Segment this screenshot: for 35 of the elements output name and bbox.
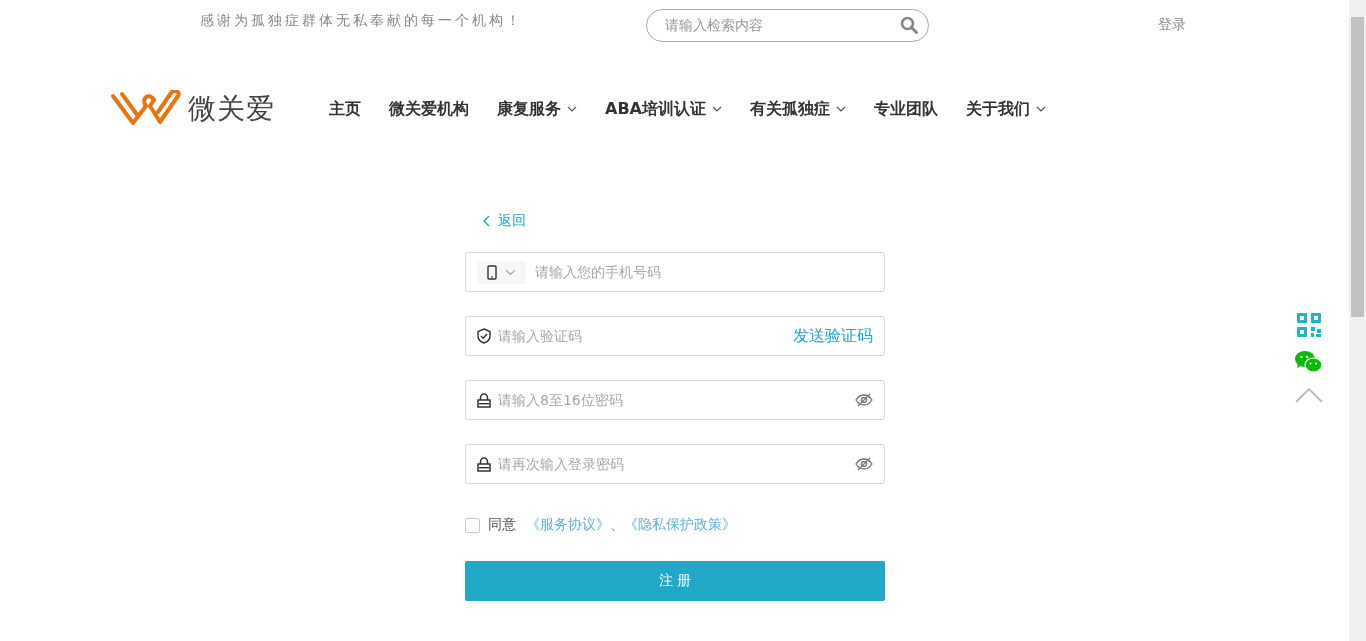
lock-icon	[477, 456, 491, 472]
logo-text: 微关爱	[188, 91, 275, 127]
scrollbar[interactable]	[1349, 0, 1366, 641]
agree-label: 同意	[488, 516, 516, 534]
eye-off-icon[interactable]	[855, 393, 873, 407]
country-code-selector[interactable]	[477, 260, 526, 284]
nav-item[interactable]: 有关孤独症	[749, 98, 846, 120]
chevron-left-icon	[483, 215, 490, 227]
nav-item[interactable]: 微关爱机构	[389, 98, 469, 120]
password-field[interactable]: 请输入8至16位密码	[465, 380, 885, 420]
nav-item[interactable]: ABA培训认证	[605, 98, 722, 120]
chevron-down-icon	[505, 268, 516, 276]
lock-icon	[477, 392, 491, 408]
nav-item[interactable]: 专业团队	[873, 98, 938, 120]
chevron-down-icon	[711, 106, 722, 112]
back-to-top-icon[interactable]	[1295, 387, 1323, 403]
separator-text: 、	[610, 516, 624, 534]
agree-checkbox[interactable]	[465, 517, 480, 533]
password-field[interactable]: 请再次输入登录密码	[465, 444, 885, 484]
phone-icon	[487, 264, 497, 280]
tagline: 感谢为孤独症群体无私奉献的每一个机构！	[200, 12, 524, 30]
eye-off-icon[interactable]	[855, 457, 873, 471]
chevron-down-icon	[835, 106, 846, 112]
shield-check-icon	[477, 328, 491, 344]
chevron-down-icon	[567, 106, 577, 112]
nav-item[interactable]: 关于我们	[965, 98, 1046, 120]
search-icon[interactable]	[900, 16, 918, 34]
qr-code-icon[interactable]	[1297, 313, 1321, 337]
nav-item[interactable]: 康复服务	[497, 98, 577, 120]
wechat-icon[interactable]	[1295, 351, 1323, 373]
phone-field[interactable]: 请输入您的手机号码	[465, 252, 885, 292]
chevron-down-icon	[1035, 106, 1046, 112]
nav-item[interactable]: 主页	[329, 98, 361, 120]
login-link[interactable]: 登录	[1158, 16, 1186, 34]
logo-icon[interactable]	[110, 90, 182, 128]
